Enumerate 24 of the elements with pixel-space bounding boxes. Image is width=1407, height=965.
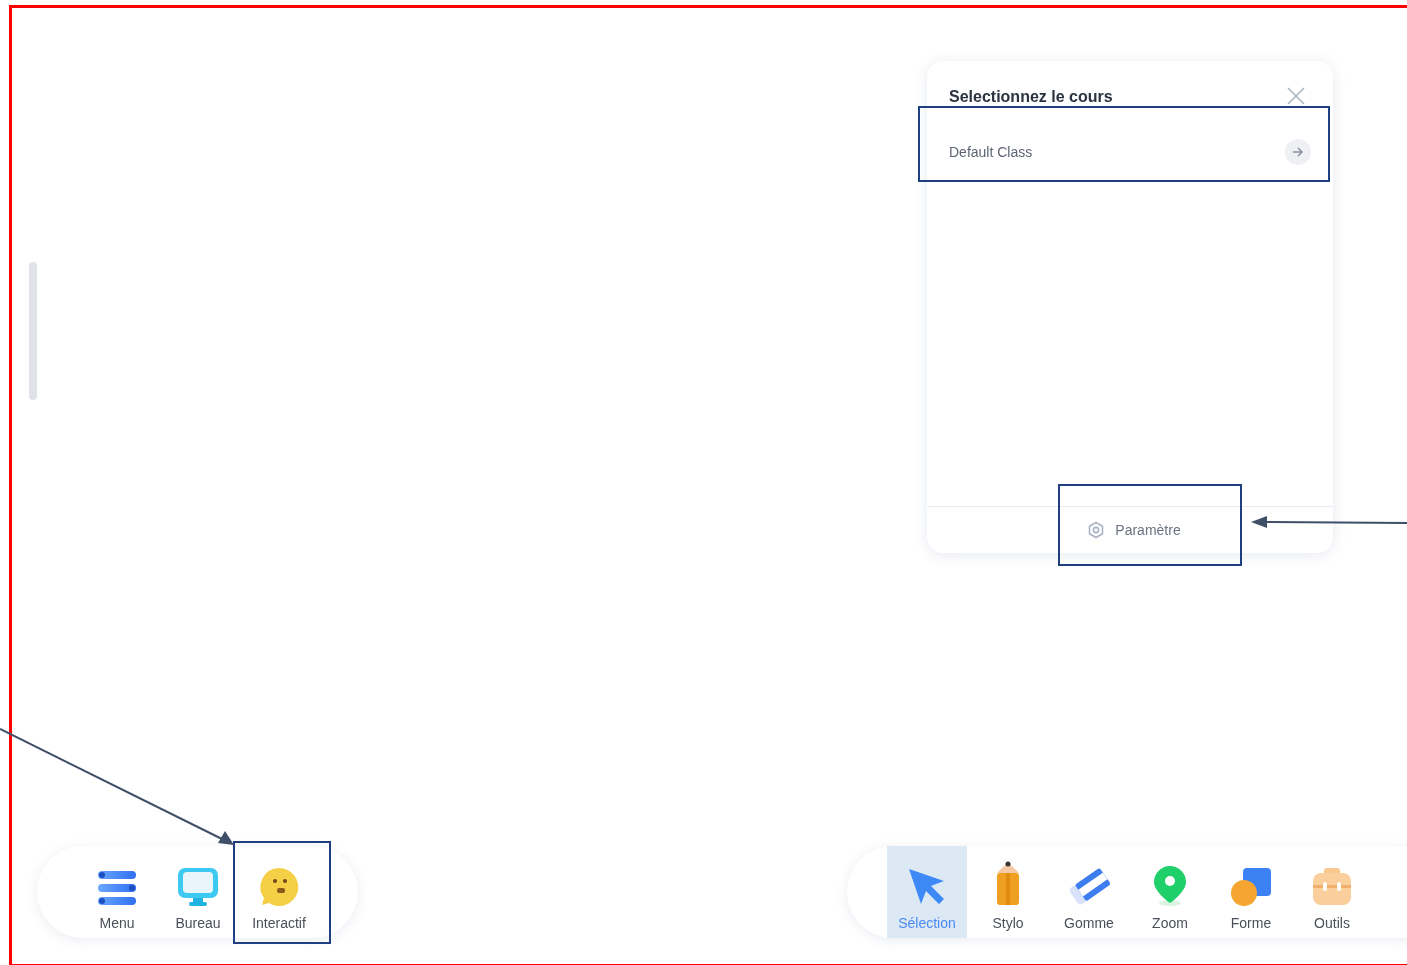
toolbar-button[interactable]: Zoom	[1130, 846, 1210, 938]
shapes-icon	[1230, 865, 1272, 907]
toolbox-icon	[1312, 867, 1352, 907]
settings-button[interactable]: Paramètre	[1079, 507, 1181, 553]
pencil-icon	[995, 861, 1021, 907]
course-item[interactable]: Default Class	[927, 137, 1333, 167]
toolbar-button[interactable]: Forme	[1211, 846, 1291, 938]
scrollbar[interactable]	[29, 262, 37, 400]
toolbar-button[interactable]: Interactif	[239, 846, 319, 938]
arrow-right-icon	[1285, 139, 1311, 165]
settings-icon	[1087, 521, 1106, 539]
toolbar-button[interactable]: Bureau	[158, 846, 238, 938]
monitor-icon	[177, 867, 219, 907]
menu-icon	[97, 869, 137, 907]
face-icon	[259, 867, 299, 907]
location-pin-icon	[1152, 865, 1188, 907]
toolbar-button[interactable]: Outils	[1292, 846, 1372, 938]
toolbar-button[interactable]: Menu	[77, 846, 157, 938]
close-icon[interactable]	[1287, 87, 1305, 105]
course-name: Default Class	[949, 144, 1033, 160]
toolbar-button[interactable]: Stylo	[968, 846, 1048, 938]
cursor-icon	[907, 867, 947, 907]
toolbar-button[interactable]: Gomme	[1049, 846, 1129, 938]
panel-title: Selectionnez le cours	[949, 88, 1113, 106]
